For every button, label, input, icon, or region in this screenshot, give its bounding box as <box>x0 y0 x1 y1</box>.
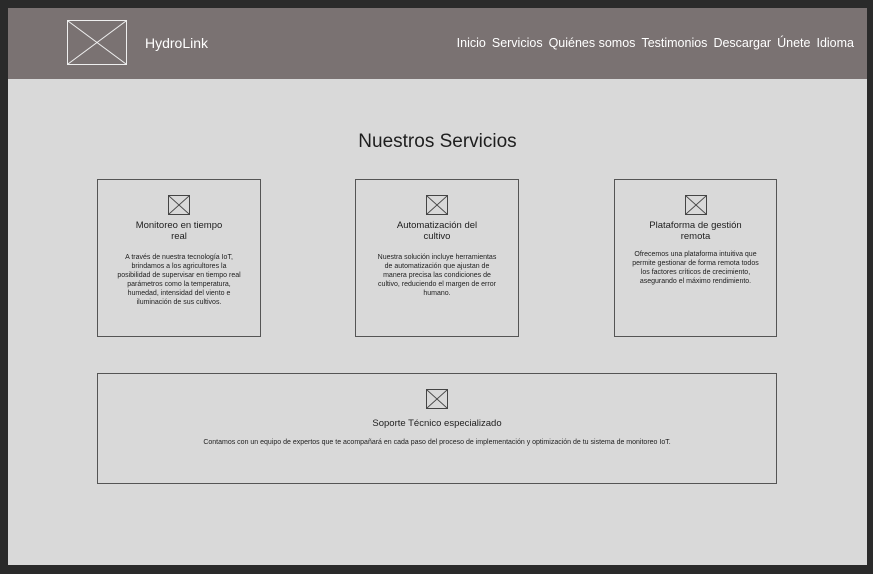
image-placeholder-icon <box>426 389 448 409</box>
nav-item-servicios[interactable]: Servicios <box>492 36 543 50</box>
nav-item-testimonios[interactable]: Testimonios <box>641 36 707 50</box>
service-card-title: Plataforma de gestión remota <box>649 220 742 242</box>
image-placeholder-icon <box>684 195 707 215</box>
service-card-title: Soporte Técnico especializado <box>372 418 502 429</box>
brand-name[interactable]: HydroLink <box>145 35 208 51</box>
image-placeholder-icon <box>168 195 190 215</box>
service-card-title: Automatización del cultivo <box>396 220 478 242</box>
nav-item-quienes-somos[interactable]: Quiénes somos <box>549 36 636 50</box>
service-card: Plataforma de gestión remota Ofrecemos u… <box>614 179 777 337</box>
header: HydroLink Inicio Servicios Quiénes somos… <box>8 8 867 79</box>
nav-item-unete[interactable]: Únete <box>777 36 810 50</box>
nav-item-inicio[interactable]: Inicio <box>457 36 486 50</box>
nav-item-idioma[interactable]: Idioma <box>816 36 854 50</box>
service-card: Automatización del cultivo Nuestra soluc… <box>355 179 519 337</box>
page-frame: HydroLink Inicio Servicios Quiénes somos… <box>8 8 867 565</box>
service-card-text: Ofrecemos una plataforma intuitiva que p… <box>632 251 759 285</box>
section-title: Nuestros Servicios <box>358 131 517 152</box>
image-placeholder-icon <box>426 195 448 215</box>
nav-item-descargar[interactable]: Descargar <box>713 36 771 50</box>
service-card-text: A través de nuestra tecnología IoT, brin… <box>117 254 241 306</box>
service-card-wide: Soporte Técnico especializado Contamos c… <box>97 373 777 484</box>
service-card-title: Monitoreo en tiempo real <box>135 220 223 242</box>
service-card-text: Contamos con un equipo de expertos que t… <box>203 439 671 446</box>
service-card-text: Nuestra solución incluye herramientas de… <box>377 254 497 297</box>
logo-placeholder-icon[interactable] <box>67 20 127 65</box>
service-card: Monitoreo en tiempo real A través de nue… <box>97 179 261 337</box>
main-nav: Inicio Servicios Quiénes somos Testimoni… <box>457 36 854 50</box>
